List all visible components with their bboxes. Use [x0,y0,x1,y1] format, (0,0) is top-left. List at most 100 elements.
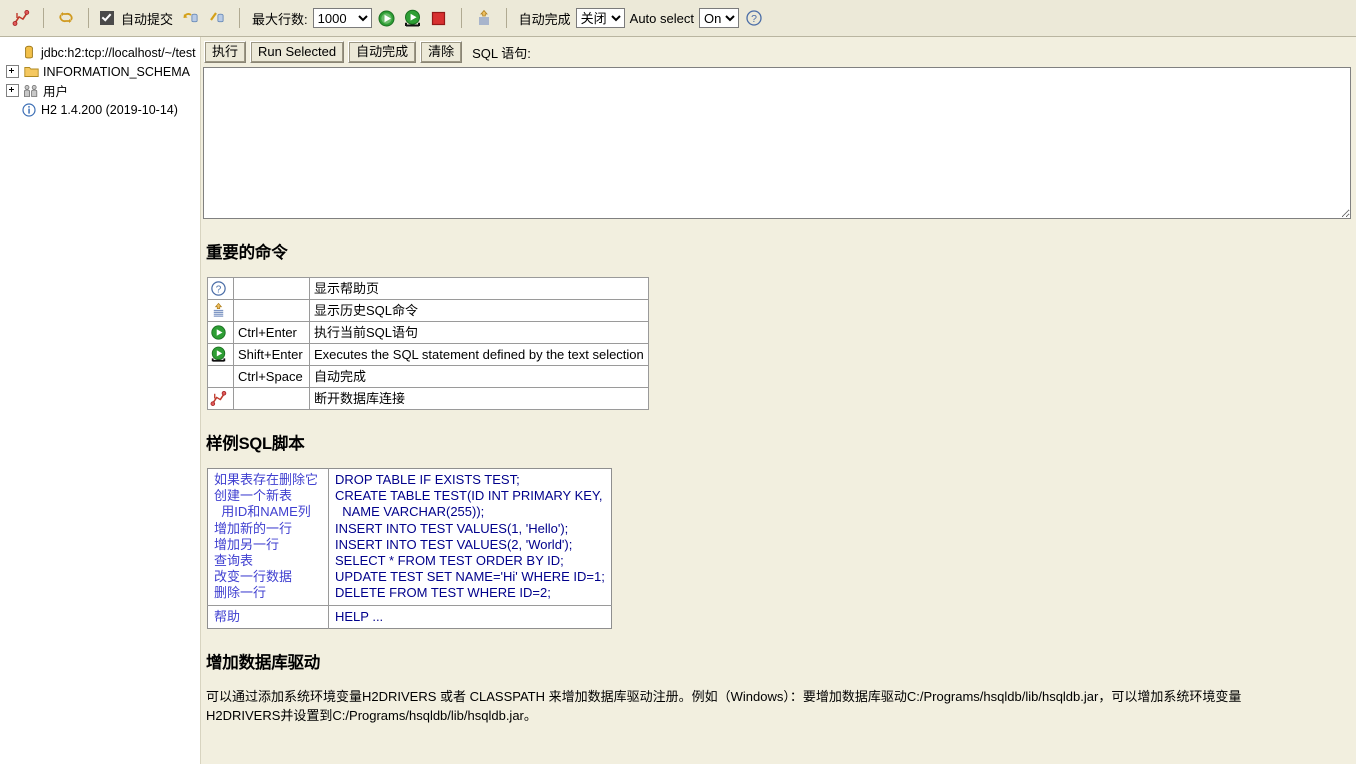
command-icon-cell [207,387,234,410]
disconnect-icon[interactable] [210,390,231,407]
run-selected-icon[interactable] [210,346,231,363]
top-toolbar: 自动提交 最大行数: 102050100200500100010000 [0,0,1356,37]
run-icon[interactable] [377,8,397,28]
sample-sql-table: 如果表存在删除它 DROP TABLE IF EXISTS TEST; 创建一个… [207,468,612,629]
toolbar-separator-1 [43,8,44,28]
command-key: Ctrl+Space [233,365,310,388]
script-desc: 改变一行数据 [214,569,293,585]
command-desc: Executes the SQL statement defined by th… [309,343,649,366]
toolbar-separator-5 [505,8,507,28]
command-desc: 断开数据库连接 [309,387,649,410]
script-desc: 增加新的一行 [214,520,293,536]
commit-icon[interactable] [181,8,201,28]
max-rows-select[interactable]: 102050100200500100010000 [312,8,372,28]
tree-item-connection[interactable]: jdbc:h2:tcp://localhost/~/test [6,43,200,62]
tree-item-users[interactable]: 用户 [6,81,200,100]
script-desc: 删除一行 [214,585,267,601]
command-desc: 显示历史SQL命令 [309,299,649,322]
script-sql: CREATE TABLE TEST(ID INT PRIMARY KEY, [328,488,612,505]
tree-item-version[interactable]: H2 1.4.200 (2019-10-14) [6,100,200,119]
run-selected-icon[interactable] [403,8,423,28]
run-selected-button[interactable]: Run Selected [250,41,345,63]
table-row: 删除一行 DELETE FROM TEST WHERE ID=2; [208,585,612,606]
svg-text:?: ? [751,13,757,25]
table-row: ? 显示帮助页 [207,277,649,300]
command-key: Shift+Enter [233,343,310,366]
help-icon[interactable]: ? [210,280,231,297]
stop-icon[interactable] [429,8,449,28]
table-row: 创建一个新表 CREATE TABLE TEST(ID INT PRIMARY … [208,488,612,505]
main-panel: 执行 Run Selected 自动完成 清除 SQL 语句: 重要的命令 ? … [201,37,1356,764]
script-sql: SELECT * FROM TEST ORDER BY ID; [328,553,612,570]
refresh-icon[interactable] [56,8,76,28]
command-key [233,299,310,322]
table-row: 如果表存在删除它 DROP TABLE IF EXISTS TEST; [208,468,612,489]
script-sql: NAME VARCHAR(255)); [328,504,612,521]
tree-item-label: INFORMATION_SCHEMA [43,64,190,79]
command-desc: 执行当前SQL语句 [309,321,649,344]
autocomplete-select[interactable]: 关闭正常全部 [575,8,625,28]
toolbar-separator-2 [88,8,89,28]
command-desc: 显示帮助页 [309,277,649,300]
run-icon[interactable] [210,324,231,341]
database-icon [21,45,37,61]
autocommit-checkbox[interactable]: 自动提交 [100,9,176,28]
script-desc: 增加另一行 [214,536,280,552]
table-row: 查询表 SELECT * FROM TEST ORDER BY ID; [208,553,612,570]
autocommit-label: 自动提交 [121,11,174,27]
help-icon[interactable]: ? [744,8,764,28]
rollback-icon[interactable] [207,8,227,28]
history-icon[interactable] [474,8,494,28]
disconnect-icon[interactable] [11,8,31,28]
script-sql: DELETE FROM TEST WHERE ID=2; [328,585,612,606]
auto-select-select[interactable]: OnOff [698,8,739,28]
autocomplete-label: 自动完成 [518,11,571,27]
folder-icon [23,64,39,80]
sql-statement-label: SQL 语句: [472,45,531,61]
commands-heading: 重要的命令 [206,244,288,262]
table-row: Ctrl+Space 自动完成 [207,365,649,388]
script-sql: UPDATE TEST SET NAME='Hi' WHERE ID=1; [328,569,612,586]
toolbar-separator-3 [239,8,241,28]
autocommit-checkbox-box[interactable] [100,11,114,25]
table-row: 显示历史SQL命令 [207,299,649,322]
script-desc: 创建一个新表 [214,488,293,504]
table-row: 增加新的一行 INSERT INTO TEST VALUES(1, 'Hello… [208,520,612,537]
important-commands-table: ? 显示帮助页 显示历史SQL命令 Ctrl+Enter 执行当前SQL语句 S… [207,277,649,410]
command-key: Ctrl+Enter [233,321,310,344]
svg-text:?: ? [216,284,222,295]
history-icon[interactable] [210,302,231,319]
max-rows-label: 最大行数: [252,11,308,27]
tree-item-label: H2 1.4.200 (2019-10-14) [41,102,178,117]
command-icon-cell [207,343,234,366]
expand-icon[interactable] [6,65,19,78]
auto-select-label: Auto select [629,10,694,26]
info-icon [21,102,37,118]
run-button[interactable]: 执行 [204,41,247,63]
autocomplete-button[interactable]: 自动完成 [348,41,417,63]
script-sql: HELP ... [328,604,612,629]
table-row: 增加另一行 INSERT INTO TEST VALUES(2, 'World'… [208,536,612,554]
command-icon-cell [207,321,234,344]
command-icon-cell: ? [207,277,234,300]
command-icon-cell [207,299,234,322]
script-sql: DROP TABLE IF EXISTS TEST; [328,468,612,489]
sql-input[interactable] [203,67,1351,219]
command-desc: 自动完成 [309,365,649,388]
drivers-heading: 增加数据库驱动 [206,653,321,672]
script-desc: 帮助 [207,604,329,629]
tree-item-label: jdbc:h2:tcp://localhost/~/test [41,45,196,60]
table-row: 改变一行数据 UPDATE TEST SET NAME='Hi' WHERE I… [208,569,612,586]
table-row: 用ID和NAME列 NAME VARCHAR(255)); [208,504,612,521]
table-row: 帮助 HELP ... [207,604,612,629]
command-icon-cell [207,365,234,388]
users-icon [23,83,39,99]
script-sql: INSERT INTO TEST VALUES(1, 'Hello'); [328,520,612,537]
script-desc: 用ID和NAME列 [214,504,311,520]
expand-icon[interactable] [6,84,19,97]
tree-item-information-schema[interactable]: INFORMATION_SCHEMA [6,62,200,81]
clear-button[interactable]: 清除 [420,41,463,63]
drivers-text: 可以通过添加系统环境变量H2DRIVERS 或者 CLASSPATH 来增加数据… [206,688,1242,723]
script-heading: 样例SQL脚本 [206,435,305,453]
script-desc: 如果表存在删除它 [214,472,319,487]
